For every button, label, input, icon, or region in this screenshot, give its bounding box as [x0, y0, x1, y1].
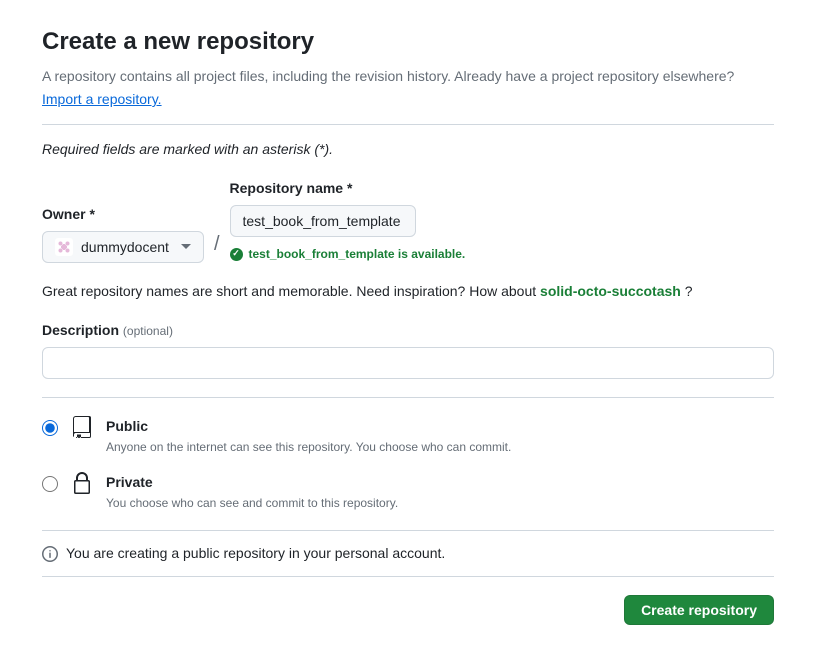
visibility-private-desc: You choose who can see and commit to thi… [106, 494, 774, 512]
description-label-text: Description [42, 322, 119, 338]
repo-name-hint: Great repository names are short and mem… [42, 281, 774, 302]
visibility-public-radio[interactable] [42, 420, 58, 436]
visibility-public-title: Public [106, 416, 774, 437]
page-subtitle: A repository contains all project files,… [42, 66, 774, 87]
repo-name-label: Repository name * [230, 178, 466, 199]
owner-avatar [55, 238, 73, 256]
hint-suffix: ? [681, 283, 693, 299]
page-title: Create a new repository [42, 24, 774, 60]
caret-down-icon [181, 244, 191, 250]
visibility-public-desc: Anyone on the internet can see this repo… [106, 438, 774, 456]
owner-select[interactable]: dummydocent [42, 231, 204, 263]
hint-prefix: Great repository names are short and mem… [42, 283, 540, 299]
info-icon [42, 546, 58, 562]
owner-label: Owner * [42, 204, 204, 225]
description-input[interactable] [42, 347, 774, 379]
owner-name: dummydocent [81, 237, 169, 258]
info-text: You are creating a public repository in … [66, 543, 445, 564]
create-repository-button[interactable]: Create repository [624, 595, 774, 625]
divider [42, 124, 774, 125]
optional-indicator: (optional) [123, 324, 173, 338]
visibility-private-radio[interactable] [42, 476, 58, 492]
owner-repo-separator: / [204, 229, 230, 263]
repo-availability-message: ✓ test_book_from_template is available. [230, 245, 466, 263]
repo-availability-text: test_book_from_template is available. [249, 245, 466, 263]
description-label: Description (optional) [42, 320, 774, 341]
required-fields-note: Required fields are marked with an aster… [42, 139, 774, 160]
repo-name-input[interactable] [230, 205, 416, 237]
repo-name-suggestion-link[interactable]: solid-octo-succotash [540, 283, 681, 299]
lock-icon [70, 471, 94, 495]
check-circle-icon: ✓ [230, 248, 243, 261]
import-repository-link[interactable]: Import a repository. [42, 89, 162, 110]
repo-icon [70, 415, 94, 439]
visibility-private-title: Private [106, 472, 774, 493]
